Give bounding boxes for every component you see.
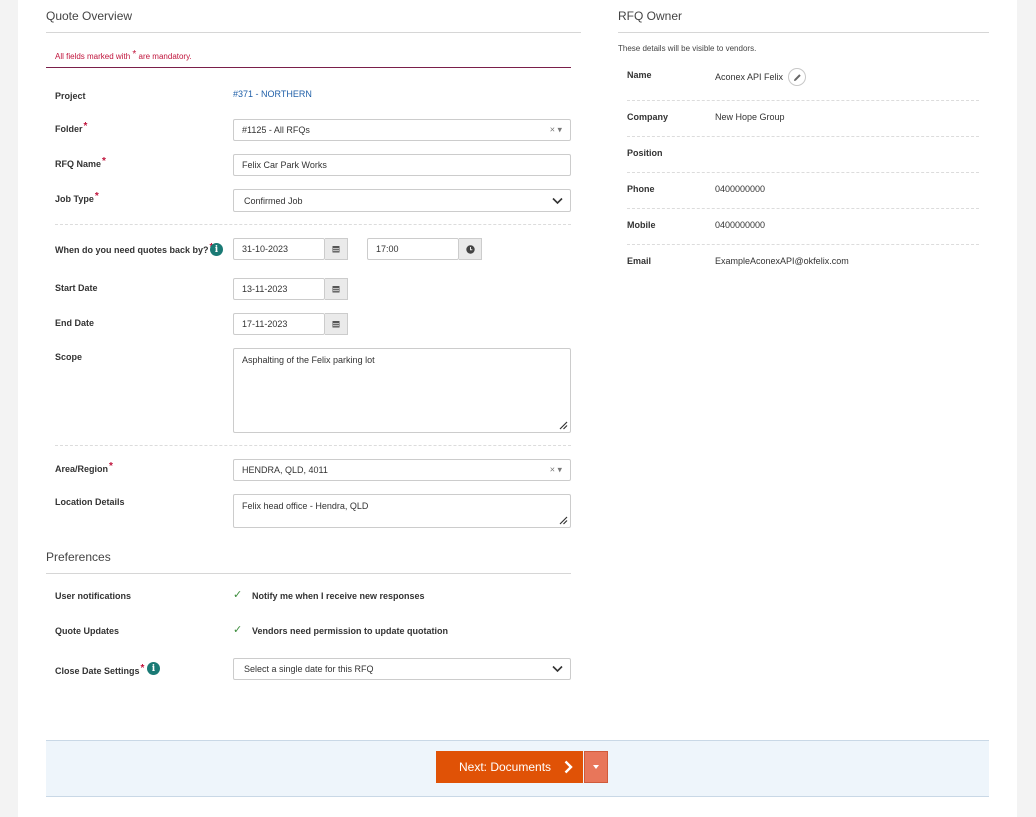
owner-mobile-label: Mobile xyxy=(627,220,656,230)
owner-name-value: Aconex API Felix xyxy=(715,72,784,82)
start-date-value: 13-11-2023 xyxy=(242,284,288,294)
job-type-label: Job Type* xyxy=(55,191,99,204)
vendor-permission-checkbox[interactable]: ✓ xyxy=(233,623,242,636)
owner-name-label: Name xyxy=(627,70,652,80)
quote-overview-title: Quote Overview xyxy=(46,9,133,23)
mandatory-notice: All fields marked with * are mandatory. xyxy=(55,49,192,61)
quote-updates-label: Quote Updates xyxy=(55,626,120,636)
notify-checkbox[interactable]: ✓ xyxy=(233,588,242,601)
preferences-title: Preferences xyxy=(46,550,111,564)
end-date-label: End Date xyxy=(55,318,95,328)
rfq-name-label: RFQ Name* xyxy=(55,156,106,169)
divider xyxy=(46,32,581,33)
notify-option-label[interactable]: Notify me when I receive new responses xyxy=(252,591,425,601)
dashed-divider xyxy=(627,208,979,209)
calendar-icon[interactable] xyxy=(325,238,348,260)
chevron-down-icon xyxy=(552,665,563,673)
close-date-select[interactable]: Select a single date for this RFQ xyxy=(233,658,571,680)
owner-phone-value: 0400000000 xyxy=(715,184,766,194)
rfq-name-input[interactable]: Felix Car Park Works xyxy=(233,154,571,176)
end-date-input[interactable]: 17-11-2023 xyxy=(233,313,325,335)
dashed-divider xyxy=(627,172,979,173)
chevron-right-icon xyxy=(564,760,573,774)
close-date-settings-label: Close Date Settings* xyxy=(55,663,145,676)
quotes-back-time-value: 17:00 xyxy=(376,244,399,254)
folder-value: #1125 - All RFQs xyxy=(242,125,310,135)
dashed-divider xyxy=(55,445,571,446)
quotes-back-date-value: 31-10-2023 xyxy=(242,244,289,254)
owner-email-value: ExampleAconexAPI@okfelix.com xyxy=(715,256,849,266)
quotes-back-date-input[interactable]: 31-10-2023 xyxy=(233,238,325,260)
chevron-down-icon xyxy=(552,197,563,204)
area-region-select[interactable]: HENDRA, QLD, 4011 × ▾ xyxy=(233,459,571,481)
dashed-divider xyxy=(55,224,571,225)
info-icon[interactable]: i xyxy=(210,243,223,256)
owner-phone-label: Phone xyxy=(627,184,655,194)
location-details-value: Felix head office - Hendra, QLD xyxy=(242,501,369,511)
edit-pencil-icon[interactable] xyxy=(788,68,806,86)
resize-handle-icon[interactable] xyxy=(559,516,568,525)
rfq-owner-title: RFQ Owner xyxy=(618,9,683,23)
divider xyxy=(46,573,571,574)
quotes-back-time-input[interactable]: 17:00 xyxy=(367,238,459,260)
caret-down-icon xyxy=(593,765,599,769)
owner-company-value: New Hope Group xyxy=(715,112,785,122)
start-date-label: Start Date xyxy=(55,283,98,293)
mandatory-underline xyxy=(46,67,571,68)
start-date-input[interactable]: 13-11-2023 xyxy=(233,278,325,300)
calendar-icon[interactable] xyxy=(325,278,348,300)
scope-label: Scope xyxy=(55,352,83,362)
owner-visibility-note: These details will be visible to vendors… xyxy=(618,44,757,53)
resize-handle-icon[interactable] xyxy=(559,421,568,430)
footer-bar: Next: Documents xyxy=(46,740,989,797)
end-date-value: 17-11-2023 xyxy=(242,319,288,329)
job-type-select[interactable]: Confirmed Job xyxy=(233,189,571,212)
clear-folder-icon[interactable]: × ▾ xyxy=(550,125,562,136)
area-region-value: HENDRA, QLD, 4011 xyxy=(242,465,328,475)
info-icon[interactable]: i xyxy=(147,662,160,675)
scope-textarea[interactable]: Asphalting of the Felix parking lot xyxy=(233,348,571,433)
scope-value: Asphalting of the Felix parking lot xyxy=(242,355,375,365)
divider xyxy=(618,32,989,33)
job-type-value: Confirmed Job xyxy=(244,195,303,206)
next-options-dropdown[interactable] xyxy=(584,751,608,783)
area-region-label: Area/Region* xyxy=(55,461,113,474)
dashed-divider xyxy=(627,244,979,245)
rfq-name-value: Felix Car Park Works xyxy=(242,160,327,170)
owner-email-label: Email xyxy=(627,256,652,266)
user-notifications-label: User notifications xyxy=(55,591,132,601)
owner-company-label: Company xyxy=(627,112,669,122)
quotes-back-by-label: When do you need quotes back by?* xyxy=(55,242,213,255)
calendar-icon[interactable] xyxy=(325,313,348,335)
owner-position-label: Position xyxy=(627,148,663,158)
next-documents-label: Next: Documents xyxy=(459,760,552,774)
clear-area-icon[interactable]: × ▾ xyxy=(550,465,562,476)
close-date-value: Select a single date for this RFQ xyxy=(244,664,374,674)
vendor-permission-option-label[interactable]: Vendors need permission to update quotat… xyxy=(252,626,448,636)
rfq-form-card: Quote Overview All fields marked with * … xyxy=(18,0,1017,817)
owner-mobile-value: 0400000000 xyxy=(715,220,766,230)
clock-icon[interactable] xyxy=(459,238,482,260)
next-documents-button[interactable]: Next: Documents xyxy=(436,751,583,783)
dashed-divider xyxy=(627,136,979,137)
dashed-divider xyxy=(627,100,979,101)
location-details-textarea[interactable]: Felix head office - Hendra, QLD xyxy=(233,494,571,528)
folder-label: Folder* xyxy=(55,121,88,134)
project-link[interactable]: #371 - NORTHERN xyxy=(233,89,312,99)
location-details-label: Location Details xyxy=(55,497,125,507)
folder-select[interactable]: #1125 - All RFQs × ▾ xyxy=(233,119,571,141)
project-label: Project xyxy=(55,91,86,101)
